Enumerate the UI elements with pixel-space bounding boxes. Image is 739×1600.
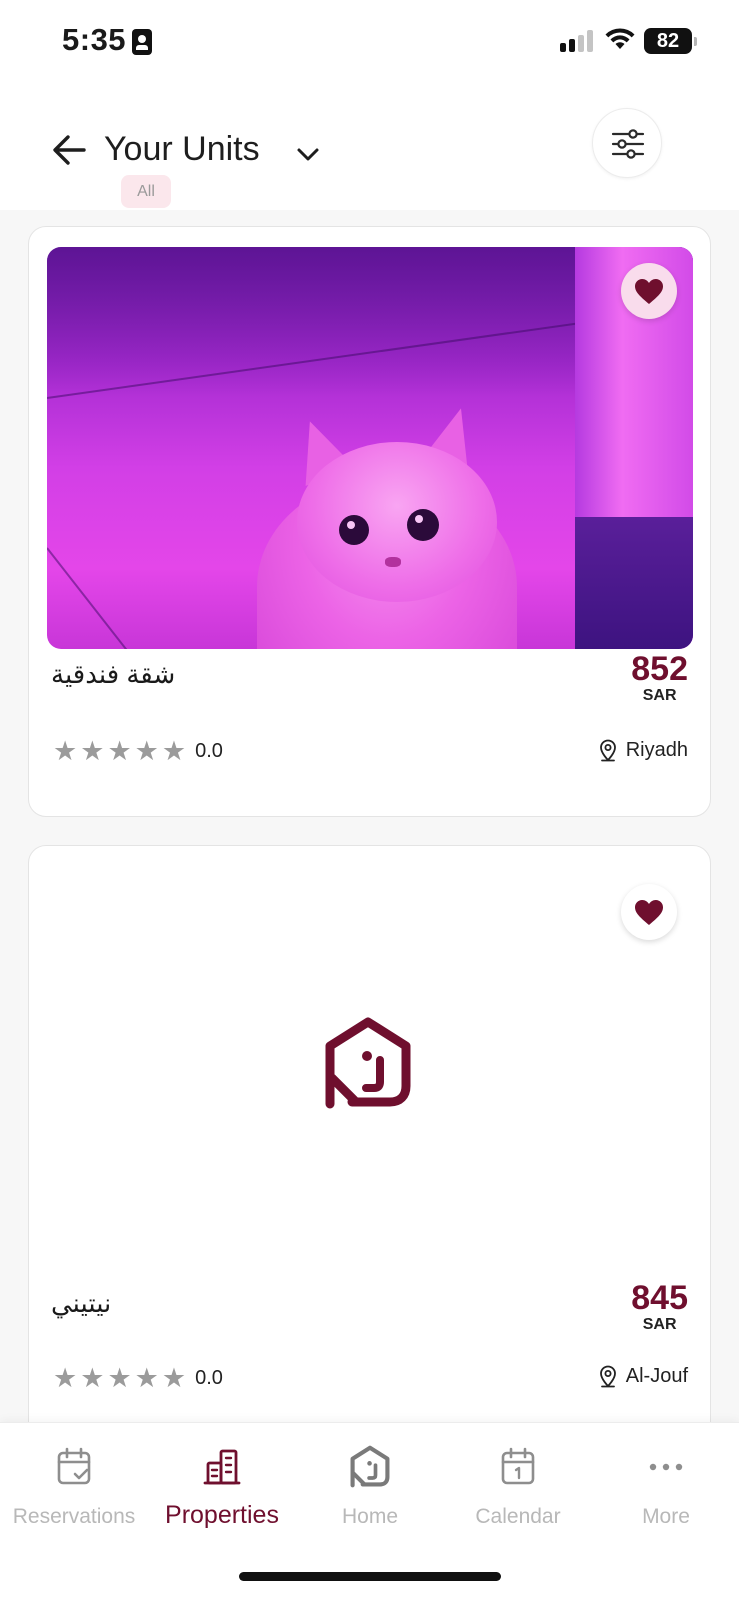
page-title[interactable]: Your Units: [104, 130, 260, 169]
home-indicator: [239, 1572, 501, 1581]
cellular-signal-icon: [560, 30, 596, 52]
nav-properties[interactable]: Properties: [148, 1445, 296, 1535]
calendar-check-icon: [57, 1447, 91, 1485]
unit-price: 852 SAR: [631, 651, 688, 705]
price-currency: SAR: [642, 687, 677, 704]
location-label: Riyadh: [625, 738, 688, 761]
nav-label: More: [642, 1505, 690, 1528]
rating-value: 0.0: [195, 739, 223, 762]
nav-label: Calendar: [475, 1505, 561, 1528]
filter-button[interactable]: [592, 108, 662, 178]
favorite-button[interactable]: [621, 263, 677, 319]
unit-card[interactable]: نيتيني 845 SAR ★ ★ ★ ★ ★ 0.0 Al-Jouf: [28, 845, 711, 1465]
rating-value: 0.0: [195, 1366, 223, 1389]
chevron-down-icon[interactable]: [294, 142, 322, 166]
price-value: 845: [631, 1279, 688, 1317]
star-icon: ★: [107, 1363, 132, 1393]
nav-label: Properties: [165, 1501, 279, 1529]
price-currency: SAR: [642, 1316, 677, 1333]
page-header: Your Units All: [0, 100, 739, 210]
house-logo-icon: [350, 1445, 390, 1488]
more-dots-icon: [649, 1463, 683, 1471]
buildings-icon: [203, 1449, 241, 1485]
star-icon: ★: [53, 1363, 78, 1393]
star-icon: ★: [53, 736, 78, 766]
nav-label: Reservations: [12, 1505, 136, 1528]
nav-home[interactable]: Home: [296, 1445, 444, 1535]
status-time: 5:35: [62, 22, 127, 57]
favorite-button[interactable]: [621, 884, 677, 940]
contact-card-icon: [132, 29, 152, 55]
status-bar: 5:35 82: [0, 0, 739, 84]
brand-house-logo-icon: [325, 1017, 411, 1109]
star-icon: ★: [80, 1363, 105, 1393]
nav-reservations[interactable]: Reservations: [0, 1445, 148, 1535]
nav-calendar[interactable]: Calendar: [444, 1445, 592, 1535]
arrow-left-icon: [53, 135, 86, 165]
battery-icon: 82: [644, 28, 697, 54]
filter-chip-all[interactable]: All: [121, 175, 171, 208]
star-icon: ★: [80, 736, 105, 766]
unit-location: Riyadh: [598, 736, 688, 764]
unit-location: Al-Jouf: [598, 1362, 688, 1390]
unit-name[interactable]: شقة فندقية: [51, 659, 175, 690]
star-icon: ★: [161, 1363, 187, 1393]
back-button[interactable]: [50, 130, 90, 170]
wifi-icon: [605, 28, 635, 49]
star-icon: ★: [107, 736, 132, 766]
rating: ★ ★ ★ ★ ★ 0.0: [53, 1364, 223, 1392]
unit-price: 845 SAR: [631, 1280, 688, 1334]
heart-icon: [635, 279, 663, 304]
unit-placeholder-image[interactable]: [47, 866, 693, 1268]
sliders-icon: [611, 129, 645, 159]
rating: ★ ★ ★ ★ ★ 0.0: [53, 737, 223, 765]
calendar-icon: [501, 1447, 535, 1485]
nav-label: Home: [341, 1505, 399, 1528]
nav-more[interactable]: More: [592, 1445, 739, 1535]
location-pin-icon: [599, 739, 616, 762]
price-value: 852: [631, 650, 688, 688]
location-pin-icon: [599, 1365, 616, 1388]
unit-name[interactable]: نيتيني: [51, 1288, 111, 1319]
star-icon: ★: [134, 1363, 159, 1393]
star-icon: ★: [134, 736, 159, 766]
location-label: Al-Jouf: [625, 1364, 688, 1387]
unit-photo[interactable]: [47, 247, 693, 649]
heart-icon: [635, 900, 663, 925]
unit-card[interactable]: شقة فندقية 852 SAR ★ ★ ★ ★ ★ 0.0 Riyadh: [28, 226, 711, 817]
star-icon: ★: [161, 736, 187, 766]
